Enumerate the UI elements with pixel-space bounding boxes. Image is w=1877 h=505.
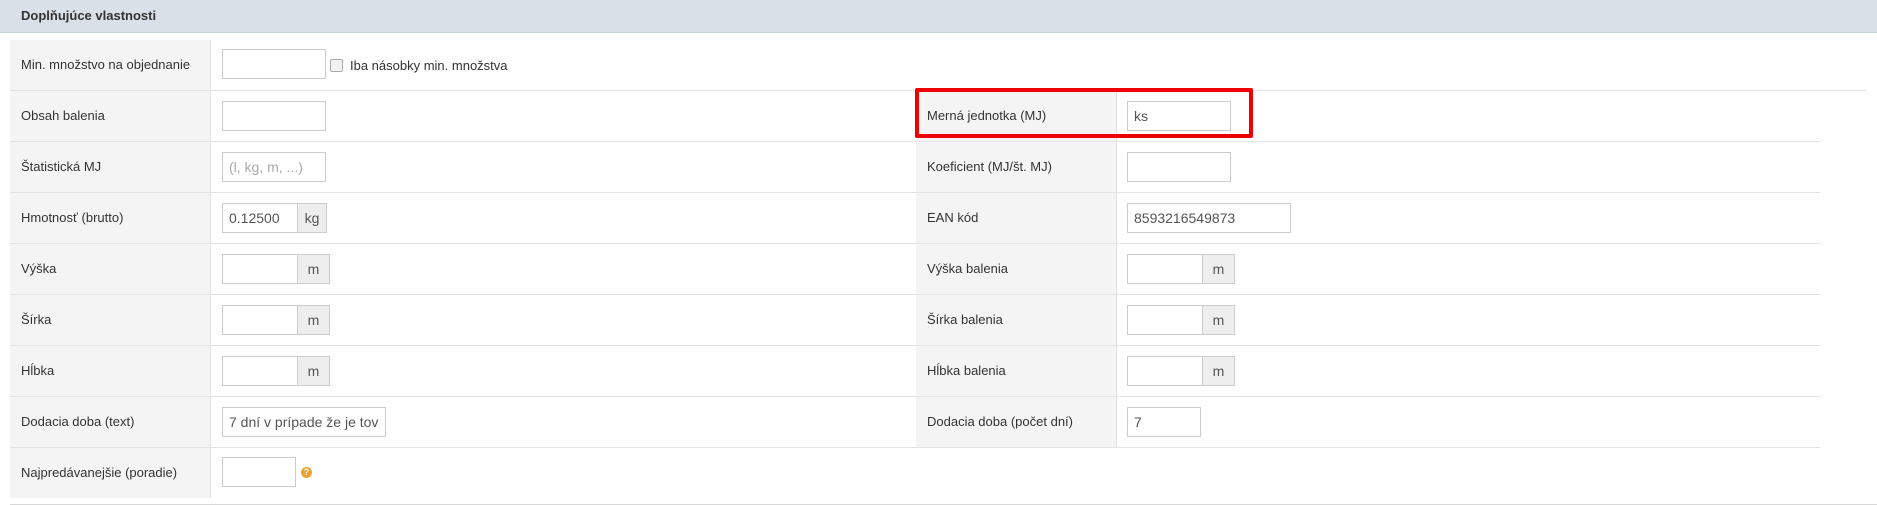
depth-input[interactable] [222,356,298,386]
delivery-days-input[interactable]: 7 [1127,407,1201,437]
coefficient-label: Koeficient (MJ/št. MJ) [927,159,1052,174]
label-cell: Hĺbka balenia [916,346,1117,396]
delivery-time-text-input[interactable]: 7 dní v prípade že je tov [222,407,386,437]
weight-label: Hmotnosť (brutto) [21,210,124,225]
weight-input[interactable]: 0.12500 [222,203,298,233]
width-unit-addon: m [297,305,330,335]
label-cell: Šírka balenia [916,295,1117,345]
height-label: Výška [21,261,57,276]
height-unit-addon: m [297,254,330,284]
package-content-input[interactable] [222,101,326,131]
form-row-statistical-unit: Štatistická MJ (l, kg, m, ...) Koeficien… [10,142,1820,193]
min-quantity-label: Min. množstvo na objednanie [21,57,191,72]
height-input[interactable] [222,254,298,284]
form-row-bestseller-rank: Najpredávanejšie (poradie) ? [10,448,1820,499]
coefficient-input[interactable] [1127,152,1231,182]
package-width-input[interactable] [1127,305,1203,335]
depth-unit-addon: m [297,356,330,386]
package-height-label: Výška balenia [927,261,1008,276]
package-height-unit-addon: m [1202,254,1235,284]
bestseller-rank-input[interactable] [222,457,296,487]
package-width-unit-addon: m [1202,305,1235,335]
delivery-days-label: Dodacia doba (počet dní) [927,414,1073,429]
statistical-unit-label: Štatistická MJ [21,159,102,174]
width-input[interactable] [222,305,298,335]
form-row-min-quantity: Min. množstvo na objednanie Iba násobky … [10,40,1877,91]
multiples-only-label[interactable]: Iba násobky min. množstva [350,58,508,73]
label-cell: Obsah balenia [10,91,211,141]
section-title: Doplňujúce vlastnosti [21,8,157,23]
package-depth-label: Hĺbka balenia [927,363,1006,378]
label-cell: Šírka [10,295,211,345]
label-cell: Dodacia doba (počet dní) [916,397,1117,447]
form-row-delivery-time: Dodacia doba (text) 7 dní v prípade že j… [10,397,1820,448]
form-row-width: Šírka m Šírka balenia m [10,295,1820,346]
min-quantity-input[interactable] [222,49,326,79]
ean-input[interactable]: 8593216549873 [1127,203,1291,233]
label-cell: Min. množstvo na objednanie [10,40,211,90]
label-cell: EAN kód [916,193,1117,243]
label-cell: Hmotnosť (brutto) [10,193,211,243]
form-row-weight: Hmotnosť (brutto) 0.12500 kg EAN kód 859… [10,193,1820,244]
package-width-label: Šírka balenia [927,312,1003,327]
width-label: Šírka [21,312,52,327]
bestseller-rank-label: Najpredávanejšie (poradie) [21,465,178,480]
depth-label: Hĺbka [21,363,55,378]
ean-label: EAN kód [927,210,979,225]
form-row-height: Výška m Výška balenia m [10,244,1820,295]
label-cell: Štatistická MJ [10,142,211,192]
delivery-time-text-label: Dodacia doba (text) [21,414,135,429]
package-depth-unit-addon: m [1202,356,1235,386]
package-content-label: Obsah balenia [21,108,105,123]
package-depth-input[interactable] [1127,356,1203,386]
highlight-box [915,88,1253,138]
multiples-only-checkbox[interactable] [330,59,343,72]
label-cell: Hĺbka [10,346,211,396]
label-cell: Výška balenia [916,244,1117,294]
statistical-unit-input[interactable]: (l, kg, m, ...) [222,152,326,182]
label-cell: Dodacia doba (text) [10,397,211,447]
help-icon[interactable]: ? [301,467,312,478]
label-cell: Koeficient (MJ/št. MJ) [916,142,1117,192]
weight-unit-addon: kg [297,203,327,233]
label-cell: Najpredávanejšie (poradie) [10,448,211,498]
section-header: Doplňujúce vlastnosti [0,0,1877,33]
package-height-input[interactable] [1127,254,1203,284]
form-row-depth: Hĺbka m Hĺbka balenia m [10,346,1820,397]
label-cell: Výška [10,244,211,294]
